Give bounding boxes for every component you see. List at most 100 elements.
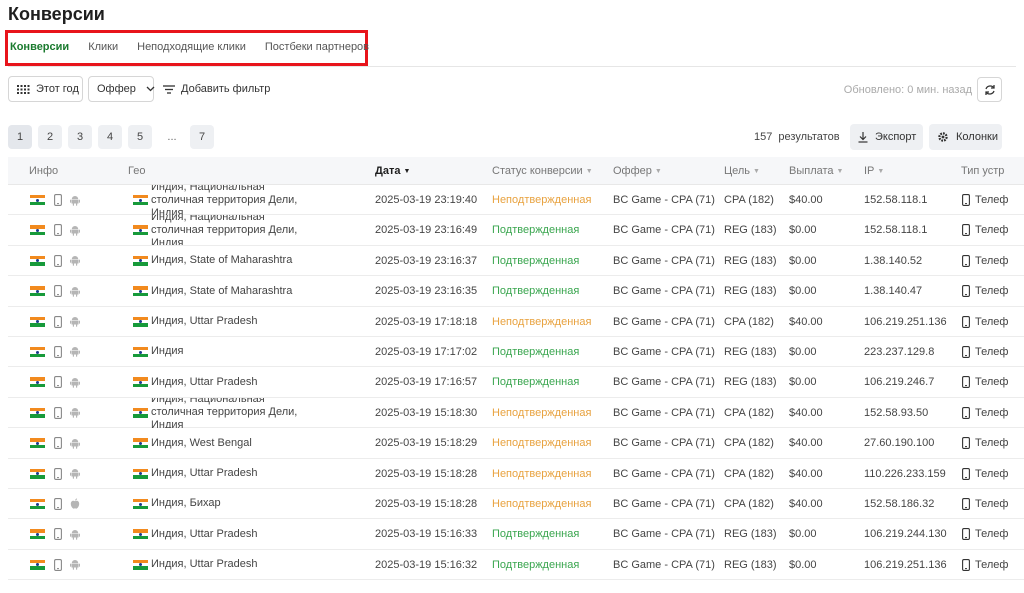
table-row[interactable]: Индия, Uttar Pradesh 2025-03-19 17:18:18… xyxy=(8,307,1024,337)
table-header: Инфо Гео Дата ▼ Статус конверсии ▼ Оффер… xyxy=(8,157,1024,185)
table-row[interactable]: Индия, Национальная столичная территория… xyxy=(8,215,1024,246)
india-flag-icon xyxy=(30,438,45,449)
tabs: Конверсии Клики Неподходящие клики Постб… xyxy=(10,40,388,54)
header-offer-label: Оффер xyxy=(613,165,652,177)
table-row[interactable]: Индия, State of Maharashtra 2025-03-19 2… xyxy=(8,246,1024,277)
header-date[interactable]: Дата ▼ xyxy=(375,157,410,185)
refresh-button[interactable] xyxy=(977,77,1002,102)
india-flag-icon xyxy=(133,498,148,509)
info-cell xyxy=(30,276,80,306)
table-row[interactable]: Индия, Uttar Pradesh 2025-03-19 15:16:32… xyxy=(8,550,1024,581)
payout-cell: $0.00 xyxy=(789,345,817,358)
android-icon xyxy=(70,255,80,266)
results-number: 157 xyxy=(754,131,773,143)
status-cell: Подтвержденная xyxy=(492,254,580,267)
phone-icon xyxy=(962,194,970,206)
columns-button[interactable]: Колонки xyxy=(929,124,1002,150)
pager-dots: ... xyxy=(167,131,177,143)
phone-icon xyxy=(962,346,970,358)
table-row[interactable]: Индия, Uttar Pradesh 2025-03-19 15:16:33… xyxy=(8,519,1024,550)
period-button[interactable]: Этот год xyxy=(8,76,83,102)
page-title: Конверсии xyxy=(8,4,105,24)
ip-cell: 152.58.118.1 xyxy=(864,224,928,237)
pager-page-2[interactable]: 2 xyxy=(38,125,62,149)
table-row[interactable]: Индия, West Bengal 2025-03-19 15:18:29 Н… xyxy=(8,428,1024,459)
device-cell: Телеф xyxy=(962,215,1024,245)
gear-icon xyxy=(937,131,949,143)
goal-cell: REG (183) xyxy=(724,558,777,571)
phone-icon xyxy=(54,558,62,571)
add-filter-label: Добавить фильтр xyxy=(181,83,271,95)
offer-cell[interactable]: BC Game - CPA (71) xyxy=(613,246,715,276)
info-cell xyxy=(30,428,80,458)
device-cell: Телеф xyxy=(962,519,1024,549)
offer-cell[interactable]: BC Game - CPA (71) xyxy=(613,215,715,245)
offer-cell[interactable]: BC Game - CPA (71) xyxy=(613,185,715,215)
info-cell xyxy=(30,307,80,337)
header-payout[interactable]: Выплата ▼ xyxy=(789,157,843,185)
device-type-text: Телеф xyxy=(975,467,1009,480)
table-row[interactable]: Индия, Uttar Pradesh 2025-03-19 17:16:57… xyxy=(8,367,1024,398)
device-cell: Телеф xyxy=(962,459,1024,489)
geo-text: Индия, Бихар xyxy=(151,497,221,510)
pager-page-last[interactable]: 7 xyxy=(190,125,214,149)
add-filter-button[interactable]: Добавить фильтр xyxy=(163,76,270,102)
export-button[interactable]: Экспорт xyxy=(850,124,923,150)
table-row[interactable]: Индия, Бихар 2025-03-19 15:18:28 Неподтв… xyxy=(8,489,1024,520)
date-cell: 2025-03-19 23:16:37 xyxy=(375,254,478,267)
offer-cell[interactable]: BC Game - CPA (71) xyxy=(613,550,715,580)
offer-cell[interactable]: BC Game - CPA (71) xyxy=(613,367,715,397)
info-cell xyxy=(30,550,80,580)
geo-text: Индия, Национальная столичная территория… xyxy=(151,215,298,246)
table-row[interactable]: Индия, Uttar Pradesh 2025-03-19 15:18:28… xyxy=(8,459,1024,489)
table-row[interactable]: Индия 2025-03-19 17:17:02 Подтвержденная… xyxy=(8,337,1024,368)
grid-dots-icon xyxy=(17,84,30,94)
device-cell: Телеф xyxy=(962,367,1024,397)
header-ip[interactable]: IP ▼ xyxy=(864,157,884,185)
ip-cell: 106.219.246.7 xyxy=(864,376,935,389)
header-goal[interactable]: Цель ▼ xyxy=(724,157,760,185)
phone-icon xyxy=(54,528,62,541)
device-type-text: Телеф xyxy=(975,194,1009,206)
offer-cell[interactable]: BC Game - CPA (71) xyxy=(613,398,715,428)
phone-icon xyxy=(962,224,970,237)
pager-page-3[interactable]: 3 xyxy=(68,125,92,149)
table-row[interactable]: Индия, State of Maharashtra 2025-03-19 2… xyxy=(8,276,1024,307)
payout-cell: $0.00 xyxy=(789,528,817,541)
tab-partner-postbacks[interactable]: Постбеки партнеров xyxy=(265,41,369,53)
pager-page-5[interactable]: 5 xyxy=(128,125,152,149)
info-cell xyxy=(30,337,80,367)
phone-icon xyxy=(962,254,970,267)
geo-cell: Индия, West Bengal xyxy=(133,428,319,458)
offer-cell[interactable]: BC Game - CPA (71) xyxy=(613,428,715,458)
info-cell xyxy=(30,519,80,549)
sort-icon: ▼ xyxy=(836,167,844,175)
tab-conversions[interactable]: Конверсии xyxy=(10,41,69,53)
offer-cell[interactable]: BC Game - CPA (71) xyxy=(613,337,715,367)
device-type-text: Телеф xyxy=(975,345,1009,358)
header-status[interactable]: Статус конверсии ▼ xyxy=(492,157,593,185)
geo-cell: Индия, Национальная столичная территория… xyxy=(133,398,319,428)
pager-page-4[interactable]: 4 xyxy=(98,125,122,149)
table-row[interactable]: Индия, Национальная столичная территория… xyxy=(8,185,1024,216)
goal-cell: CPA (182) xyxy=(724,194,774,206)
geo-cell: Индия, Национальная столичная территория… xyxy=(133,185,319,215)
table-row[interactable]: Индия, Национальная столичная территория… xyxy=(8,398,1024,429)
offer-cell[interactable]: BC Game - CPA (71) xyxy=(613,459,715,489)
offer-cell[interactable]: BC Game - CPA (71) xyxy=(613,489,715,519)
offer-cell[interactable]: BC Game - CPA (71) xyxy=(613,519,715,549)
tab-clicks[interactable]: Клики xyxy=(88,41,118,53)
offer-label: Оффер xyxy=(97,83,136,95)
header-offer[interactable]: Оффер ▼ xyxy=(613,157,662,185)
sort-icon: ▼ xyxy=(585,167,593,175)
offer-cell[interactable]: BC Game - CPA (71) xyxy=(613,276,715,306)
offer-dropdown[interactable]: Оффер xyxy=(88,76,155,102)
geo-cell: Индия, Национальная столичная территория… xyxy=(133,215,319,245)
geo-text: Индия, Uttar Pradesh xyxy=(151,527,258,540)
pager-page-1[interactable]: 1 xyxy=(8,125,32,149)
tab-unsuitable-clicks[interactable]: Неподходящие клики xyxy=(137,41,246,53)
info-cell xyxy=(30,246,80,276)
india-flag-icon xyxy=(30,377,45,388)
goal-cell: REG (183) xyxy=(724,285,777,298)
offer-cell[interactable]: BC Game - CPA (71) xyxy=(613,307,715,337)
